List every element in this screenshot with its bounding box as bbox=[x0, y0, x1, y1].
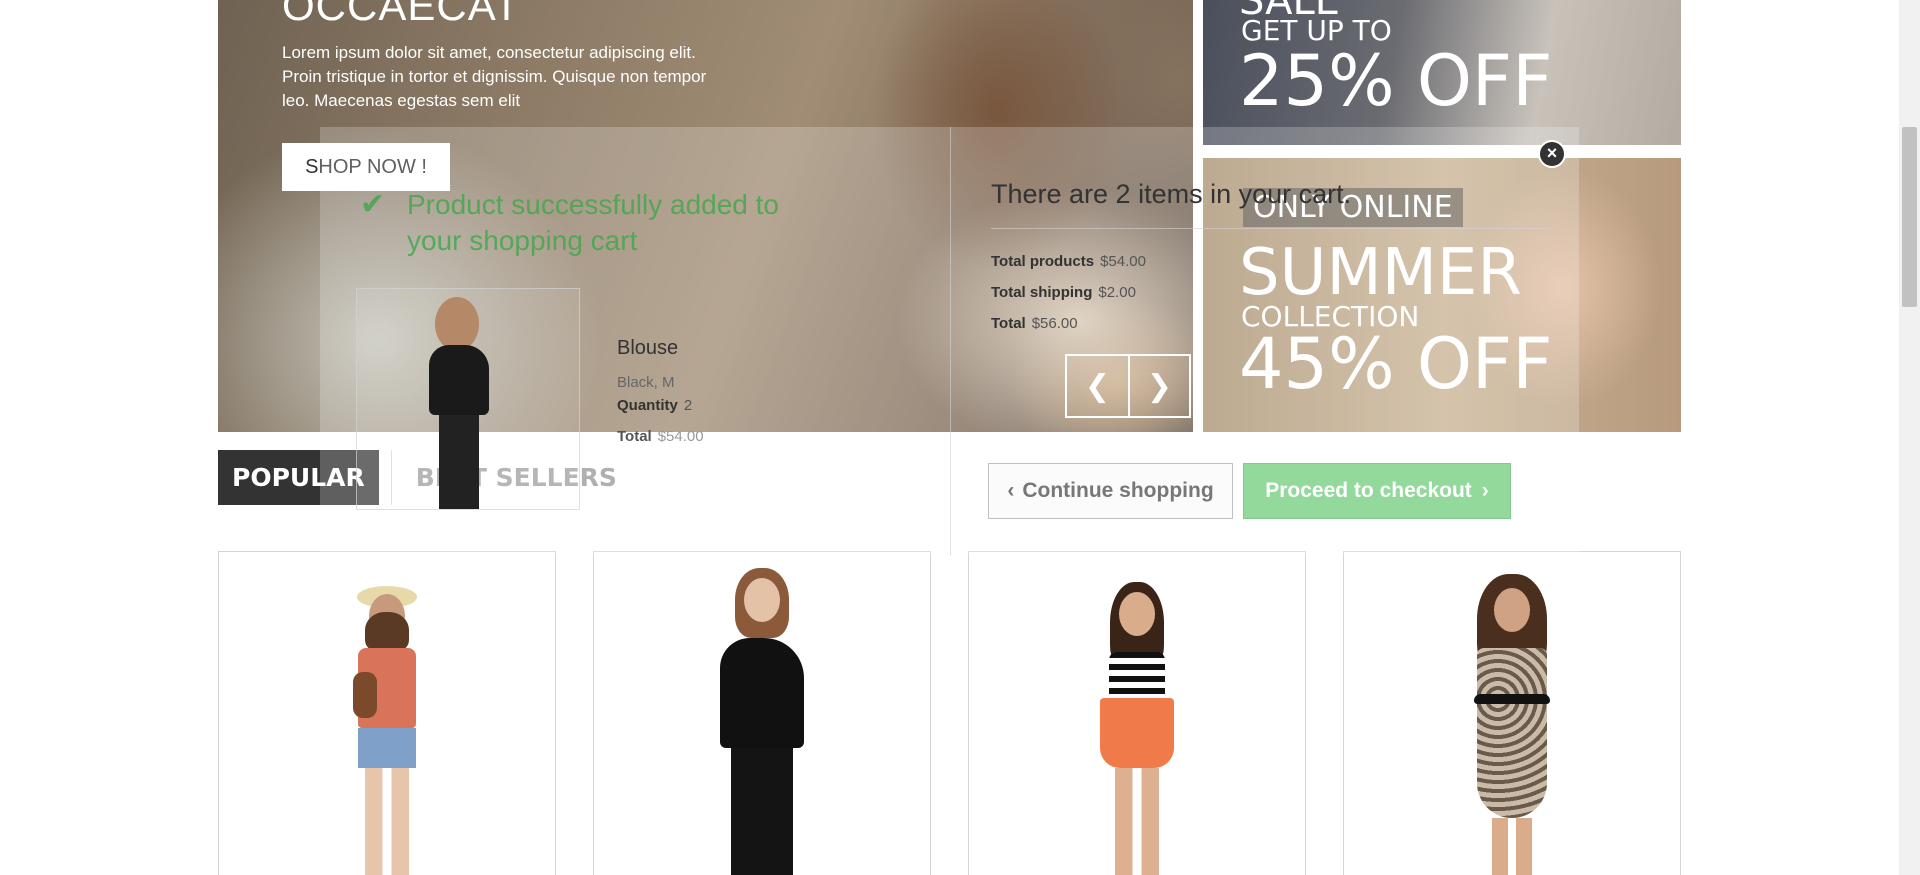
cart-product-quantity: Quantity 2 bbox=[617, 397, 917, 414]
proceed-to-checkout-label: Proceed to checkout bbox=[1265, 479, 1472, 502]
divider bbox=[991, 228, 1551, 229]
product-total-label: Total bbox=[617, 428, 652, 445]
close-icon[interactable]: × bbox=[1538, 140, 1566, 168]
product-total-value: $54.00 bbox=[657, 428, 704, 445]
success-message: ✔ Product successfully added to your sho… bbox=[360, 187, 800, 259]
page-scrollbar[interactable] bbox=[1899, 0, 1920, 875]
chevron-right-icon: › bbox=[1481, 479, 1489, 502]
total-shipping-row: Total shipping $2.00 bbox=[991, 284, 1136, 301]
cart-total-row: Total $56.00 bbox=[991, 315, 1078, 332]
total-products-label: Total products bbox=[991, 253, 1095, 270]
check-icon: ✔ bbox=[360, 188, 386, 221]
layer-cart-modal: ✔ Product successfully added to your sho… bbox=[320, 127, 1579, 556]
quantity-value: 2 bbox=[683, 397, 693, 414]
chevron-left-icon: ‹ bbox=[1007, 479, 1015, 502]
cart-product-total: Total $54.00 bbox=[617, 428, 917, 445]
quantity-label: Quantity bbox=[617, 397, 678, 414]
total-shipping-value: $2.00 bbox=[1098, 284, 1136, 301]
proceed-to-checkout-button[interactable]: Proceed to checkout › bbox=[1243, 463, 1511, 519]
continue-shopping-label: Continue shopping bbox=[1022, 479, 1214, 502]
total-products-row: Total products $54.00 bbox=[991, 253, 1146, 270]
cart-summary-panel: There are 2 items in your cart. Total pr… bbox=[950, 127, 1579, 556]
cart-product-image bbox=[356, 288, 580, 510]
page: OCCAECAT Lorem ipsum dolor sit amet, con… bbox=[0, 0, 1920, 875]
cart-total-label: Total bbox=[991, 315, 1026, 332]
chevron-left-icon[interactable]: ❮ bbox=[1067, 356, 1128, 416]
cart-total-value: $56.00 bbox=[1031, 315, 1078, 332]
cart-product-panel: ✔ Product successfully added to your sho… bbox=[320, 127, 950, 556]
success-text: Product successfully added to your shopp… bbox=[407, 189, 779, 256]
cart-items-count: There are 2 items in your cart. bbox=[991, 179, 1352, 209]
scrollbar-thumb[interactable] bbox=[1902, 127, 1917, 307]
cart-product-attributes: Black, M bbox=[617, 374, 675, 391]
total-products-value: $54.00 bbox=[1100, 253, 1146, 270]
chevron-right-icon[interactable]: ❯ bbox=[1127, 356, 1189, 416]
total-shipping-label: Total shipping bbox=[991, 284, 1093, 301]
slider-arrows: ❮ ❯ bbox=[1065, 354, 1191, 418]
continue-shopping-button[interactable]: ‹ Continue shopping bbox=[988, 463, 1233, 519]
cart-product-name: Blouse bbox=[617, 337, 679, 359]
cart-product-info: Blouse Black, M Quantity 2 Total $54.00 bbox=[617, 337, 917, 445]
